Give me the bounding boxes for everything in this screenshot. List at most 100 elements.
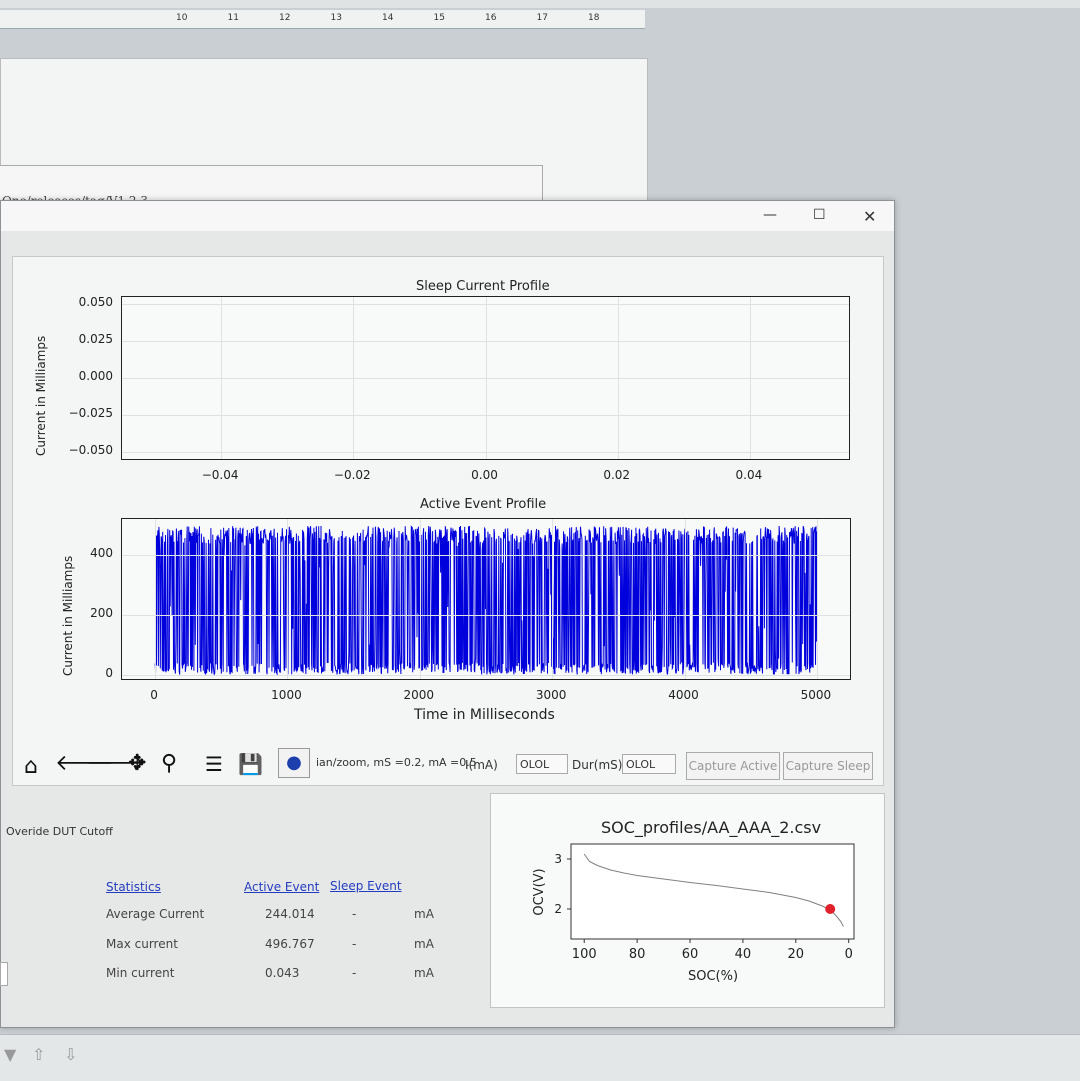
- grid-line: [552, 519, 554, 679]
- grid-line: [122, 341, 849, 343]
- soc-x-tick-label: 0: [845, 947, 853, 962]
- soc-x-tick-label: 80: [629, 947, 646, 962]
- active-event-value: 496.767: [265, 936, 315, 951]
- pan-icon[interactable]: ✥: [128, 753, 146, 775]
- close-icon[interactable]: ✕: [863, 207, 876, 226]
- x-tick-label: −0.02: [333, 468, 371, 482]
- y-tick-label: 0.050: [78, 295, 113, 310]
- background-taskbar: [0, 1034, 1080, 1081]
- soc-chart-ylabel: OCV(V): [532, 868, 547, 915]
- x-tick-label: 2000: [403, 688, 435, 702]
- active-event-value: 0.043: [265, 966, 300, 980]
- duration-field-label: Dur(mS): [572, 758, 623, 772]
- sleep-event-value: -: [352, 907, 357, 921]
- soc-chart-xlabel: SOC(%): [688, 969, 738, 984]
- statistic-label: Min current: [106, 966, 175, 980]
- ruler-number: 16: [485, 13, 497, 23]
- window-titlebar: — ☐ ✕: [1, 201, 894, 231]
- soc-y-tick-label: 3: [554, 852, 562, 866]
- y-tick-label: 0.025: [78, 332, 113, 347]
- sleep-chart-axes: [121, 296, 850, 460]
- soc-chart: SOC_profiles/AA_AAA_2.csv SOC(%) OCV(V) …: [532, 818, 855, 984]
- sleep-event-value: -: [352, 936, 357, 951]
- grid-line: [122, 554, 850, 556]
- sleep-event-value: -: [352, 966, 357, 980]
- toolbar-status-text: ian/zoom, mS =0.2, mA =0.5: [316, 756, 477, 769]
- capture-active-button[interactable]: Capture Active: [686, 752, 780, 780]
- soc-x-tick-label: 20: [788, 947, 805, 962]
- maximize-icon[interactable]: ☐: [813, 207, 826, 223]
- document-ruler: 10 11 12 13 14 15 16 17 18: [0, 10, 645, 29]
- override-dut-cutoff-label[interactable]: Overide DUT Cutoff: [6, 825, 113, 838]
- x-tick-label: 0: [150, 688, 158, 702]
- zoom-icon[interactable]: ⚲: [161, 753, 177, 775]
- statistic-label: Average Current: [106, 907, 205, 921]
- soc-x-tick-label: 60: [682, 947, 699, 962]
- sleep-event-header: Sleep Event: [330, 879, 402, 893]
- ruler-number: 13: [330, 13, 342, 23]
- down-arrow-icon[interactable]: ⇩: [64, 1045, 77, 1064]
- home-icon[interactable]: ⌂: [24, 756, 38, 778]
- grid-line: [122, 451, 849, 453]
- grid-line: [122, 378, 849, 379]
- ruler-number: 12: [279, 13, 291, 23]
- active-chart-xlabel: Time in Milliseconds: [414, 707, 555, 723]
- grid-line: [816, 519, 818, 679]
- y-tick-label: 0: [105, 665, 113, 680]
- soc-chart-title: SOC_profiles/AA_AAA_2.csv: [601, 818, 821, 838]
- x-tick-label: 3000: [535, 688, 567, 702]
- dropdown-icon[interactable]: ▼: [4, 1045, 16, 1064]
- ruler-number: 15: [433, 13, 445, 23]
- ruler-number: 11: [227, 13, 239, 23]
- soc-profile-panel: SOC_profiles/AA_AAA_2.csv SOC(%) OCV(V) …: [490, 793, 885, 1008]
- up-arrow-icon[interactable]: ⇧: [32, 1045, 45, 1064]
- soc-x-tick-label: 40: [735, 947, 752, 962]
- capture-sleep-button[interactable]: Capture Sleep: [783, 752, 873, 780]
- active-chart-plot: [154, 525, 818, 677]
- x-tick-label: 5000: [800, 688, 832, 702]
- soc-chart-axes: [570, 843, 855, 940]
- x-tick-label: −0.04: [201, 468, 239, 482]
- minimize-icon[interactable]: —: [763, 207, 777, 223]
- duration-input[interactable]: OLOL: [622, 754, 676, 774]
- grid-line: [684, 519, 686, 679]
- soc-x-tick-label: 100: [572, 947, 597, 962]
- sleep-chart-ylabel: Current in Milliamps: [34, 335, 48, 456]
- y-tick-label: 200: [90, 605, 113, 620]
- configure-subplots-icon[interactable]: ☰: [205, 753, 223, 775]
- grid-line: [155, 519, 157, 679]
- save-icon[interactable]: 💾: [238, 753, 263, 775]
- active-chart-axes: [121, 518, 851, 680]
- sleep-chart-title: Sleep Current Profile: [416, 279, 550, 294]
- active-current-line: [154, 525, 818, 677]
- soc-current-marker: [825, 904, 836, 914]
- active-event-value: 244.014: [265, 907, 315, 921]
- y-tick-label: −0.025: [68, 405, 113, 420]
- soc-y-tick-label: 2: [554, 902, 562, 916]
- grid-line: [287, 519, 289, 679]
- grid-line: [419, 519, 421, 679]
- active-chart-title: Active Event Profile: [420, 497, 547, 512]
- current-input[interactable]: OLOL: [516, 754, 568, 774]
- ruler-number: 10: [176, 13, 188, 23]
- x-tick-label: 0.00: [471, 468, 498, 482]
- grid-line: [122, 614, 850, 616]
- unit-label: mA: [414, 907, 434, 921]
- x-tick-label: 0.02: [603, 468, 631, 482]
- statistics-header: Statistics: [106, 880, 161, 894]
- y-tick-label: 400: [90, 545, 113, 560]
- current-field-label: I(mA): [465, 758, 498, 772]
- grid-line: [122, 674, 850, 676]
- x-tick-label: 0.04: [735, 468, 763, 482]
- ruler-number: 18: [588, 13, 600, 23]
- grid-line: [122, 304, 849, 306]
- unit-label: mA: [414, 936, 434, 951]
- background-window-strip: [0, 0, 1080, 8]
- statistic-label: Max current: [106, 936, 178, 951]
- ruler-number: 14: [382, 13, 394, 23]
- x-tick-label: 4000: [668, 688, 699, 702]
- grid-line: [122, 414, 849, 416]
- left-edge-field[interactable]: [0, 962, 8, 986]
- x-tick-label: 1000: [271, 688, 302, 702]
- python-icon[interactable]: ●: [278, 748, 310, 778]
